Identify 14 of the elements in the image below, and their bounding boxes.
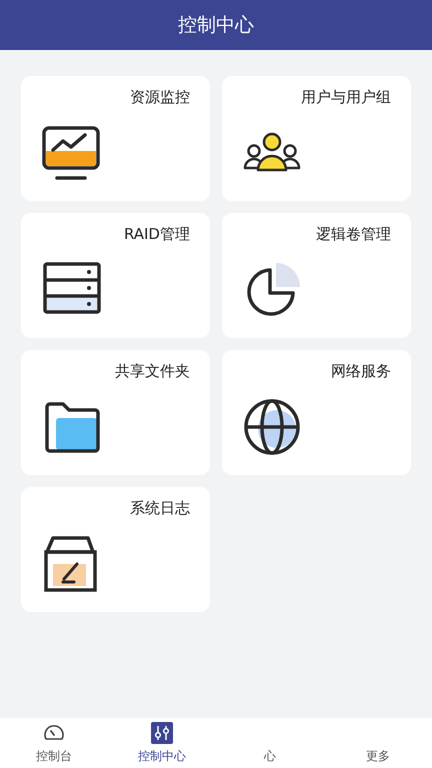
page-title: 控制中心 xyxy=(178,13,254,38)
feature-card[interactable]: 共享文件夹 xyxy=(21,350,210,475)
feature-card[interactable]: 用户与用户组 xyxy=(222,76,411,201)
sliders-icon xyxy=(150,721,174,745)
tab[interactable]: 心 xyxy=(216,718,324,768)
feature-card[interactable]: 资源监控 xyxy=(21,76,210,201)
tab[interactable]: 更多 xyxy=(324,718,432,768)
feature-card[interactable]: 网络服务 xyxy=(222,350,411,475)
globe-icon xyxy=(242,397,302,457)
feature-card[interactable]: 逻辑卷管理 xyxy=(222,213,411,338)
feature-card[interactable]: RAID管理 xyxy=(21,213,210,338)
tab[interactable]: 控制中心 xyxy=(108,718,216,768)
tab[interactable]: 控制台 xyxy=(0,718,108,768)
feature-card[interactable]: 系统日志 xyxy=(21,487,210,612)
